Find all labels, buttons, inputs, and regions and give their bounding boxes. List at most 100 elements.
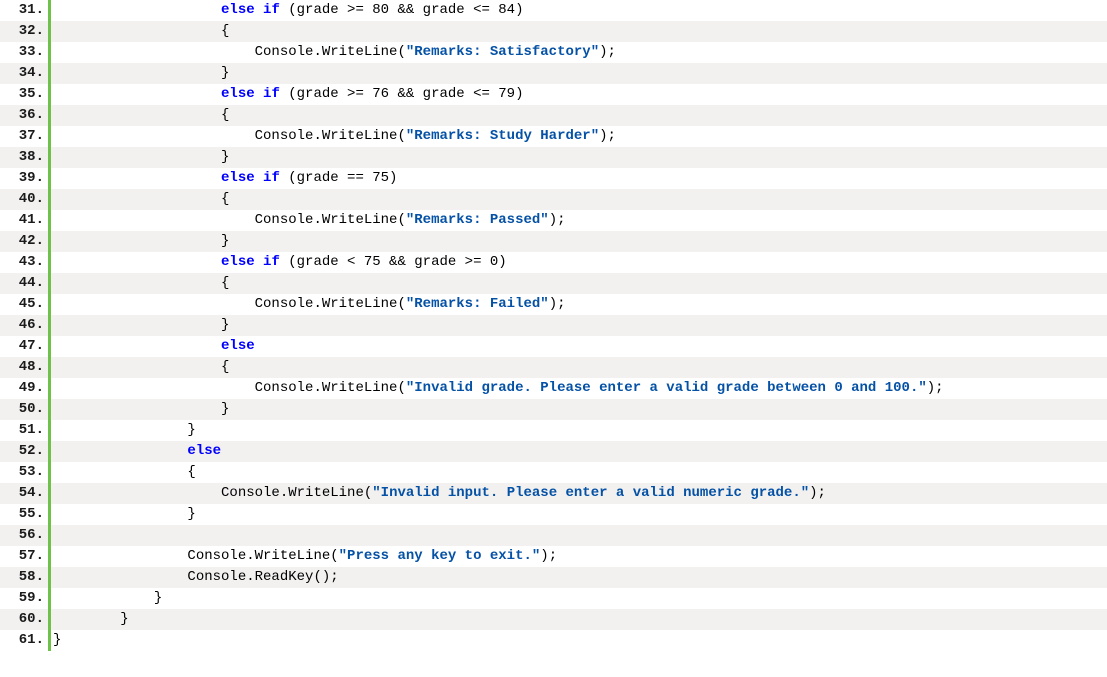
- code-line[interactable]: 42. }: [0, 231, 1107, 252]
- code-content[interactable]: {: [51, 357, 1107, 378]
- code-content[interactable]: }: [51, 504, 1107, 525]
- token-pn: }: [53, 401, 229, 417]
- token-pn: Console.WriteLine(: [53, 296, 406, 312]
- token-pn: }: [53, 317, 229, 333]
- code-line[interactable]: 53. {: [0, 462, 1107, 483]
- code-content[interactable]: }: [51, 609, 1107, 630]
- code-line[interactable]: 47. else: [0, 336, 1107, 357]
- token-pn: }: [53, 233, 229, 249]
- line-number: 42.: [0, 231, 48, 252]
- token-pn: );: [540, 548, 557, 564]
- token-pn: [53, 2, 221, 18]
- code-content[interactable]: }: [51, 63, 1107, 84]
- code-line[interactable]: 52. else: [0, 441, 1107, 462]
- code-content[interactable]: else if (grade >= 80 && grade <= 84): [51, 0, 1107, 21]
- code-content[interactable]: Console.WriteLine("Remarks: Failed");: [51, 294, 1107, 315]
- line-number: 58.: [0, 567, 48, 588]
- code-content[interactable]: Console.WriteLine("Invalid input. Please…: [51, 483, 1107, 504]
- token-pn: Console.ReadKey();: [53, 569, 339, 585]
- code-line[interactable]: 48. {: [0, 357, 1107, 378]
- code-line[interactable]: 41. Console.WriteLine("Remarks: Passed")…: [0, 210, 1107, 231]
- token-str: "Press any key to exit.": [339, 548, 541, 564]
- code-content[interactable]: Console.ReadKey();: [51, 567, 1107, 588]
- code-line[interactable]: 39. else if (grade == 75): [0, 168, 1107, 189]
- code-line[interactable]: 37. Console.WriteLine("Remarks: Study Ha…: [0, 126, 1107, 147]
- token-kw: else: [187, 443, 221, 459]
- token-pn: (grade >= 76 && grade <= 79): [280, 86, 524, 102]
- code-line[interactable]: 55. }: [0, 504, 1107, 525]
- code-content[interactable]: Console.WriteLine("Invalid grade. Please…: [51, 378, 1107, 399]
- code-content[interactable]: Console.WriteLine("Remarks: Satisfactory…: [51, 42, 1107, 63]
- token-pn: );: [599, 128, 616, 144]
- code-line[interactable]: 50. }: [0, 399, 1107, 420]
- code-content[interactable]: else if (grade < 75 && grade >= 0): [51, 252, 1107, 273]
- line-number: 51.: [0, 420, 48, 441]
- code-content[interactable]: }: [51, 231, 1107, 252]
- code-line[interactable]: 44. {: [0, 273, 1107, 294]
- token-pn: {: [53, 191, 229, 207]
- token-kw: else if: [221, 86, 280, 102]
- token-str: "Remarks: Satisfactory": [406, 44, 599, 60]
- code-line[interactable]: 60. }: [0, 609, 1107, 630]
- line-number: 36.: [0, 105, 48, 126]
- code-line[interactable]: 58. Console.ReadKey();: [0, 567, 1107, 588]
- code-line[interactable]: 46. }: [0, 315, 1107, 336]
- line-number: 38.: [0, 147, 48, 168]
- line-number: 56.: [0, 525, 48, 546]
- code-content[interactable]: }: [51, 147, 1107, 168]
- token-pn: [53, 254, 221, 270]
- code-line[interactable]: 31. else if (grade >= 80 && grade <= 84): [0, 0, 1107, 21]
- code-content[interactable]: }: [51, 420, 1107, 441]
- code-content[interactable]: else if (grade == 75): [51, 168, 1107, 189]
- code-line[interactable]: 43. else if (grade < 75 && grade >= 0): [0, 252, 1107, 273]
- code-line[interactable]: 33. Console.WriteLine("Remarks: Satisfac…: [0, 42, 1107, 63]
- code-line[interactable]: 36. {: [0, 105, 1107, 126]
- change-marker: [48, 525, 51, 546]
- token-pn: (grade == 75): [280, 170, 398, 186]
- token-str: "Remarks: Failed": [406, 296, 549, 312]
- code-content[interactable]: {: [51, 105, 1107, 126]
- line-number: 48.: [0, 357, 48, 378]
- line-number: 39.: [0, 168, 48, 189]
- code-content[interactable]: Console.WriteLine("Press any key to exit…: [51, 546, 1107, 567]
- code-line[interactable]: 32. {: [0, 21, 1107, 42]
- code-line[interactable]: 57. Console.WriteLine("Press any key to …: [0, 546, 1107, 567]
- code-content[interactable]: else: [51, 336, 1107, 357]
- code-line[interactable]: 40. {: [0, 189, 1107, 210]
- code-content[interactable]: }: [51, 588, 1107, 609]
- code-line[interactable]: 61.}: [0, 630, 1107, 651]
- code-content[interactable]: Console.WriteLine("Remarks: Study Harder…: [51, 126, 1107, 147]
- code-line[interactable]: 34. }: [0, 63, 1107, 84]
- line-number: 55.: [0, 504, 48, 525]
- code-editor[interactable]: 31. else if (grade >= 80 && grade <= 84)…: [0, 0, 1107, 651]
- line-number: 61.: [0, 630, 48, 651]
- code-line[interactable]: 35. else if (grade >= 76 && grade <= 79): [0, 84, 1107, 105]
- code-line[interactable]: 59. }: [0, 588, 1107, 609]
- code-content[interactable]: {: [51, 21, 1107, 42]
- token-pn: Console.WriteLine(: [53, 212, 406, 228]
- code-line[interactable]: 56.: [0, 525, 1107, 546]
- code-line[interactable]: 38. }: [0, 147, 1107, 168]
- code-content[interactable]: {: [51, 273, 1107, 294]
- line-number: 52.: [0, 441, 48, 462]
- token-pn: }: [53, 149, 229, 165]
- code-content[interactable]: else: [51, 441, 1107, 462]
- token-pn: }: [53, 632, 61, 648]
- line-number: 44.: [0, 273, 48, 294]
- code-content[interactable]: else if (grade >= 76 && grade <= 79): [51, 84, 1107, 105]
- code-line[interactable]: 54. Console.WriteLine("Invalid input. Pl…: [0, 483, 1107, 504]
- code-line[interactable]: 51. }: [0, 420, 1107, 441]
- line-number: 31.: [0, 0, 48, 21]
- code-line[interactable]: 45. Console.WriteLine("Remarks: Failed")…: [0, 294, 1107, 315]
- token-str: "Remarks: Passed": [406, 212, 549, 228]
- code-content[interactable]: Console.WriteLine("Remarks: Passed");: [51, 210, 1107, 231]
- code-content[interactable]: }: [51, 315, 1107, 336]
- code-content[interactable]: }: [51, 630, 1107, 651]
- line-number: 45.: [0, 294, 48, 315]
- code-content[interactable]: }: [51, 399, 1107, 420]
- code-content[interactable]: {: [51, 189, 1107, 210]
- code-content[interactable]: {: [51, 462, 1107, 483]
- code-line[interactable]: 49. Console.WriteLine("Invalid grade. Pl…: [0, 378, 1107, 399]
- token-pn: }: [53, 590, 162, 606]
- line-number: 33.: [0, 42, 48, 63]
